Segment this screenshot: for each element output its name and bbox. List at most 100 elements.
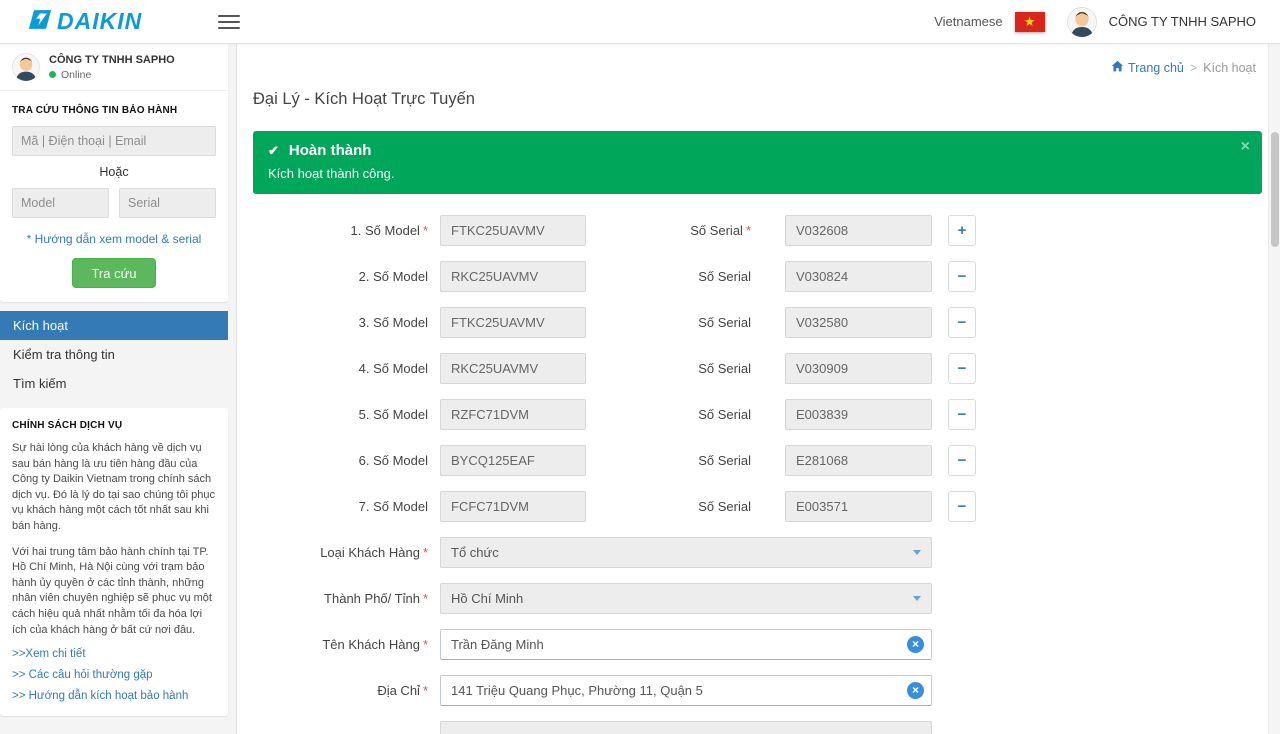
model-serial-row: 2. Số Model Số Serial − [253, 261, 1262, 292]
sidebar-item-kich-hoat[interactable]: Kích hoạt [0, 311, 228, 340]
model-label: 4. Số Model [253, 361, 428, 376]
remove-row-button[interactable]: − [948, 307, 976, 338]
model-input[interactable] [440, 491, 586, 522]
partial-next-field-row [253, 721, 1262, 734]
model-serial-row: 1. Số Model* Số Serial* + [253, 215, 1262, 246]
serial-label: Số Serial [586, 407, 751, 422]
breadcrumb-separator: > [1190, 61, 1197, 75]
model-serial-row: 4. Số Model Số Serial − [253, 353, 1262, 384]
alert-close-icon[interactable]: × [1241, 138, 1250, 156]
chevron-down-icon [913, 596, 921, 601]
faq-link[interactable]: >> Các câu hỏi thường gặp [12, 669, 216, 681]
remove-row-button[interactable]: − [948, 353, 976, 384]
daikin-logo[interactable]: DAIKIN [0, 8, 200, 35]
policy-detail-link[interactable]: >>Xem chi tiết [12, 648, 216, 660]
remove-row-button[interactable]: − [948, 491, 976, 522]
serial-input[interactable] [785, 261, 932, 292]
model-label: 5. Số Model [253, 407, 428, 422]
remove-row-button[interactable]: − [948, 399, 976, 430]
model-label: 2. Số Model [253, 269, 428, 284]
clear-input-icon[interactable] [907, 682, 924, 699]
sidebar-item-kiem-tra-thong-tin[interactable]: Kiểm tra thông tin [0, 340, 228, 369]
serial-input[interactable] [785, 215, 932, 246]
model-label: 3. Số Model [253, 315, 428, 330]
activation-form: 1. Số Model* Số Serial* + 2. Số Model Số… [253, 215, 1262, 734]
city-select[interactable]: Hồ Chí Minh [440, 583, 932, 614]
model-input[interactable] [440, 353, 586, 384]
daikin-logo-text: DAIKIN [57, 8, 142, 35]
serial-label: Số Serial* [586, 223, 751, 238]
customer-name-input[interactable] [440, 629, 932, 660]
daikin-logo-mark-icon [28, 9, 52, 35]
customer-name-row: Tên Khách Hàng* [253, 629, 1262, 660]
customer-type-select[interactable]: Tổ chức [440, 537, 932, 568]
serial-label: Số Serial [586, 361, 751, 376]
customer-type-row: Loại Khách Hàng* Tổ chức [253, 537, 1262, 568]
lookup-model-input[interactable] [12, 188, 109, 218]
model-input[interactable] [440, 261, 586, 292]
scrollbar-thumb[interactable] [1271, 132, 1279, 247]
remove-row-button[interactable]: − [948, 261, 976, 292]
vietnam-flag-icon[interactable] [1015, 12, 1045, 32]
lookup-title: TRA CỨU THÔNG TIN BẢO HÀNH [12, 105, 216, 116]
breadcrumb: Trang chủ > Kích hoạt [1111, 60, 1256, 76]
model-serial-row: 6. Số Model Số Serial − [253, 445, 1262, 476]
sidebar-item-tim-kiem[interactable]: Tìm kiếm [0, 369, 228, 398]
lookup-serial-input[interactable] [119, 188, 216, 218]
address-label: Địa Chỉ* [253, 683, 428, 698]
page-title: Đại Lý - Kích Hoạt Trực Tuyến [253, 90, 1262, 109]
main-content: Trang chủ > Kích hoạt Đại Lý - Kích Hoạt… [237, 44, 1280, 734]
customer-name-label: Tên Khách Hàng* [253, 637, 428, 652]
top-navbar: DAIKIN Vietnamese CÔNG TY TNHH SAPHO [0, 0, 1280, 44]
city-label: Thành Phố/ Tỉnh* [253, 591, 428, 606]
model-label: 7. Số Model [253, 499, 428, 514]
policy-title: CHÍNH SÁCH DỊCH VỤ [12, 420, 216, 431]
model-label: 6. Số Model [253, 453, 428, 468]
or-label: Hoặc [12, 165, 216, 179]
model-input[interactable] [440, 399, 586, 430]
model-serial-guide-link[interactable]: * Hướng dẫn xem model & serial [12, 232, 216, 246]
sidebar-toggle-icon[interactable] [218, 14, 240, 30]
activation-guide-link[interactable]: >> Hướng dẫn kích hoạt bảo hành [12, 690, 216, 702]
add-row-button[interactable]: + [948, 215, 976, 246]
account-name[interactable]: CÔNG TY TNHH SAPHO [1109, 14, 1256, 29]
sidebar-avatar [12, 53, 40, 81]
model-input[interactable] [440, 307, 586, 338]
breadcrumb-home-link[interactable]: Trang chủ [1111, 60, 1184, 76]
serial-label: Số Serial [586, 453, 751, 468]
serial-input[interactable] [785, 353, 932, 384]
user-status: Online [49, 69, 175, 81]
model-serial-row: 5. Số Model Số Serial − [253, 399, 1262, 430]
lookup-code-input[interactable] [12, 126, 216, 156]
city-row: Thành Phố/ Tỉnh* Hồ Chí Minh [253, 583, 1262, 614]
account-avatar[interactable] [1067, 7, 1097, 37]
serial-input[interactable] [785, 491, 932, 522]
model-input[interactable] [440, 445, 586, 476]
breadcrumb-current: Kích hoạt [1203, 61, 1256, 75]
language-label: Vietnamese [934, 14, 1002, 29]
serial-label: Số Serial [586, 269, 751, 284]
model-serial-row: 3. Số Model Số Serial − [253, 307, 1262, 338]
model-label: 1. Số Model* [253, 223, 428, 238]
partial-field-select[interactable] [440, 721, 932, 734]
serial-input[interactable] [785, 307, 932, 338]
home-icon [1111, 60, 1124, 76]
serial-input[interactable] [785, 445, 932, 476]
sidebar-user-name: CÔNG TY TNHH SAPHO [49, 54, 175, 66]
lookup-card: CÔNG TY TNHH SAPHO Online TRA CỨU THÔNG … [0, 44, 228, 302]
service-policy-card: CHÍNH SÁCH DỊCH VỤ Sự hài lòng của khách… [0, 408, 228, 716]
clear-input-icon[interactable] [907, 636, 924, 653]
model-serial-row: 7. Số Model Số Serial − [253, 491, 1262, 522]
serial-label: Số Serial [586, 315, 751, 330]
alert-title: Hoàn thành [268, 142, 1247, 159]
address-input[interactable] [440, 675, 932, 706]
serial-input[interactable] [785, 399, 932, 430]
lookup-search-button[interactable]: Tra cứu [72, 258, 156, 288]
policy-paragraph: Sự hài lòng của khách hàng về dịch vụ sa… [12, 441, 216, 535]
address-row: Địa Chỉ* [253, 675, 1262, 706]
online-status-icon [49, 71, 56, 78]
model-input[interactable] [440, 215, 586, 246]
vertical-scrollbar [1268, 44, 1280, 734]
sidebar: CÔNG TY TNHH SAPHO Online TRA CỨU THÔNG … [0, 44, 237, 734]
remove-row-button[interactable]: − [948, 445, 976, 476]
